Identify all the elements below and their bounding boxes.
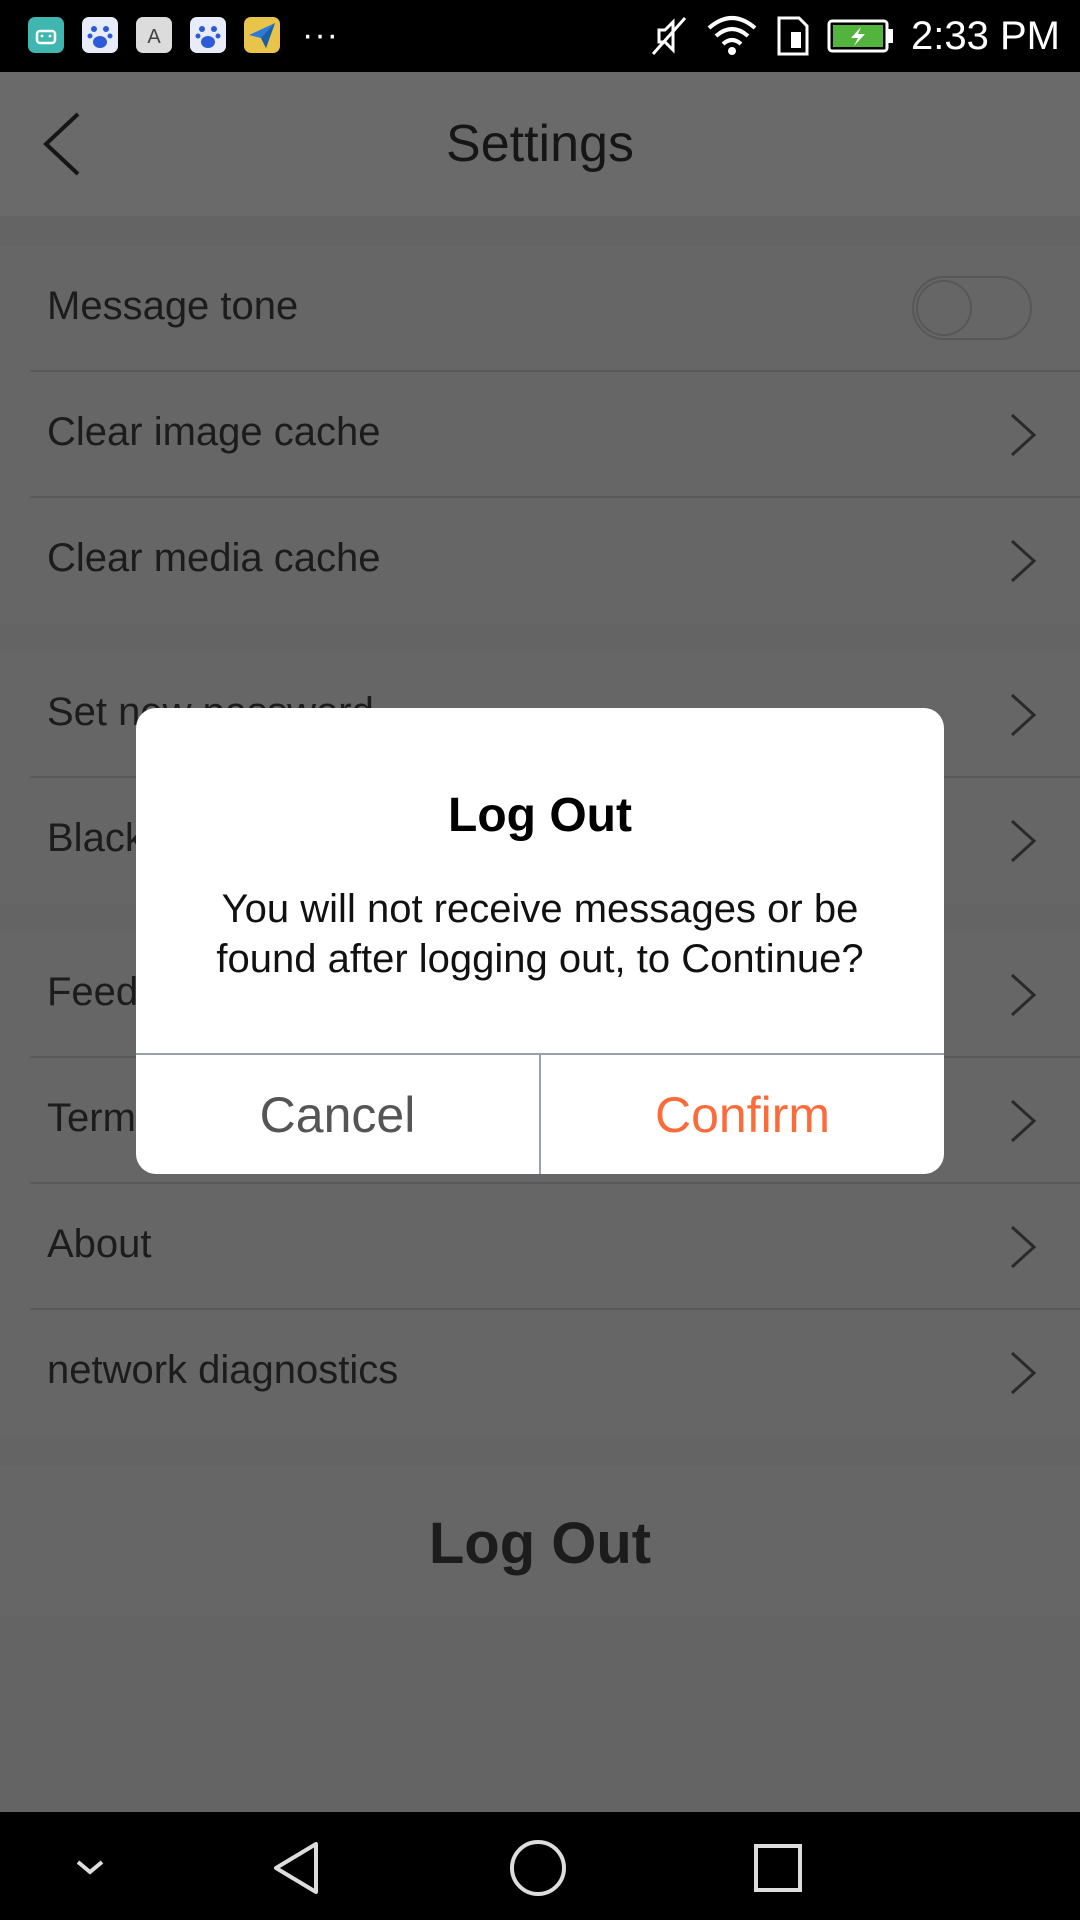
message-tone-toggle[interactable] xyxy=(912,276,1032,340)
notification-icons: A ··· xyxy=(28,17,339,53)
dialog-message: You will not receive messages or be foun… xyxy=(216,887,864,981)
paper-plane-icon xyxy=(244,17,280,53)
cancel-button[interactable]: Cancel xyxy=(136,1055,541,1174)
chevron-right-icon xyxy=(1010,413,1037,457)
font-icon: A xyxy=(136,17,172,53)
android-icon xyxy=(28,17,64,53)
mute-icon xyxy=(651,17,687,55)
back-triangle-icon[interactable] xyxy=(268,1838,328,1898)
status-icons: 2:33 PM xyxy=(649,12,1060,60)
setting-label: Clear media cache xyxy=(47,536,381,580)
setting-row-message-tone[interactable]: Message tone xyxy=(30,246,1080,372)
app-bar: Settings xyxy=(0,72,1080,216)
wifi-icon xyxy=(707,16,757,55)
chevron-right-icon xyxy=(1010,1225,1037,1269)
chevron-right-icon xyxy=(1010,693,1037,737)
setting-label: About xyxy=(47,1222,152,1266)
logout-label: Log Out xyxy=(428,1511,652,1576)
chevron-right-icon xyxy=(1010,819,1037,863)
baidu-icon xyxy=(190,17,226,53)
battery-charging-icon xyxy=(827,19,894,53)
setting-row-network-diagnostics[interactable]: network diagnostics xyxy=(30,1310,1080,1436)
chevron-right-icon xyxy=(1010,973,1037,1017)
toggle-knob xyxy=(916,280,972,336)
page-title: Settings xyxy=(446,115,634,173)
setting-label: Message tone xyxy=(47,284,299,328)
home-circle-icon[interactable] xyxy=(508,1838,568,1898)
confirm-button[interactable]: Confirm xyxy=(541,1055,944,1174)
svg-text:A: A xyxy=(147,26,161,48)
chevron-right-icon xyxy=(1010,1099,1037,1143)
chevron-right-icon xyxy=(1010,539,1037,583)
logout-button[interactable]: Log Out xyxy=(0,1466,1080,1616)
clock: 2:33 PM xyxy=(911,14,1060,58)
dialog-actions: Cancel Confirm xyxy=(136,1053,944,1174)
logout-dialog: Log Out You will not receive messages or… xyxy=(136,708,944,1174)
chevron-down-icon[interactable] xyxy=(60,1838,120,1898)
dialog-title: Log Out xyxy=(448,789,632,842)
setting-row-clear-media-cache[interactable]: Clear media cache xyxy=(30,498,1080,624)
setting-row-clear-image-cache[interactable]: Clear image cache xyxy=(30,372,1080,498)
chevron-right-icon xyxy=(1010,1351,1037,1395)
setting-label: Clear image cache xyxy=(47,410,381,454)
settings-group-general: Message tone Clear image cache Clear med… xyxy=(0,246,1080,624)
setting-row-about[interactable]: About xyxy=(30,1184,1080,1310)
navigation-bar xyxy=(0,1812,1080,1920)
recents-square-icon[interactable] xyxy=(748,1838,808,1898)
sim-icon xyxy=(777,16,809,56)
more-notifications-indicator: ··· xyxy=(302,16,339,54)
baidu-icon xyxy=(82,17,118,53)
setting-label: network diagnostics xyxy=(47,1348,399,1392)
status-bar: A ··· 2:33 PM xyxy=(0,0,1080,72)
